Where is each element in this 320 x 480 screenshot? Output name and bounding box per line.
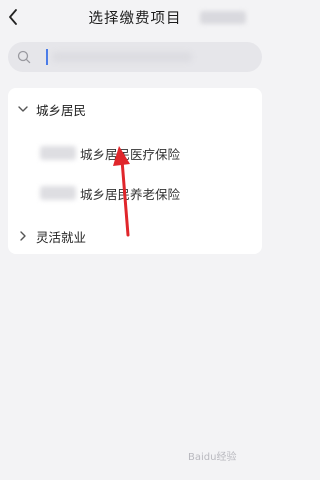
- group-flexible-employment[interactable]: 灵活就业: [8, 222, 262, 250]
- text-cursor: [46, 49, 48, 65]
- item-medical-insurance[interactable]: 城乡居民医疗保险: [28, 140, 248, 166]
- item-label: 城乡居民养老保险: [80, 186, 181, 202]
- watermark: Baidu经验: [188, 452, 237, 463]
- group-label: 灵活就业: [36, 229, 87, 245]
- item-label: 城乡居民医疗保险: [80, 146, 181, 162]
- item-pension-insurance[interactable]: 城乡居民养老保险: [28, 180, 248, 206]
- blurred-header-info: [200, 11, 246, 24]
- search-input[interactable]: [8, 42, 262, 72]
- payment-items-card: 城乡居民 城乡居民医疗保险 城乡居民养老保险 灵活就业: [8, 88, 262, 254]
- header-bar: 选择缴费项目: [0, 0, 270, 34]
- blurred-prefix: [40, 146, 76, 160]
- blurred-search-text: [52, 52, 192, 62]
- group-label: 城乡居民: [36, 102, 87, 118]
- group-urban-rural-residents[interactable]: 城乡居民: [8, 95, 262, 123]
- chevron-down-icon: [18, 104, 28, 114]
- chevron-right-icon: [18, 231, 28, 241]
- search-icon: [17, 50, 31, 64]
- blurred-prefix: [40, 186, 76, 200]
